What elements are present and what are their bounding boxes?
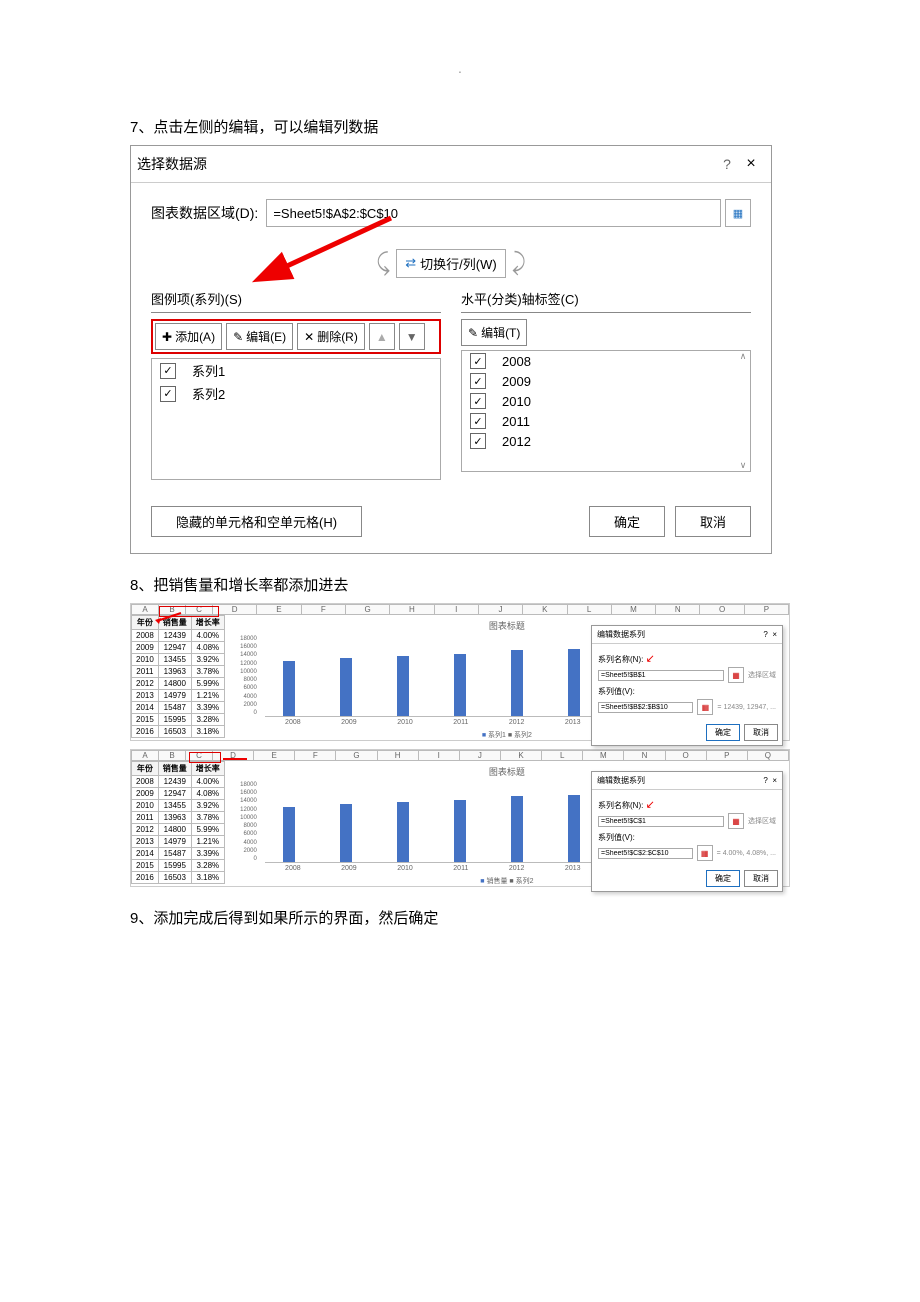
excel-screenshot-2: ABCDEFGHIJKLMNOPQ 年份销售量增长率2008124394.00%… [130,749,790,887]
category-item[interactable]: ✓2011 [462,411,750,431]
edit-series-dialog: 编辑数据系列? ×系列名称(N): ↙▦选择区域系列值(V):▦= 4.00%,… [591,771,783,892]
cancel-button[interactable]: 取消 [675,506,751,537]
help-icon[interactable]: ? [763,776,767,785]
series-value-label: 系列值(V): [598,832,776,843]
series-name-label: 系列名称(N): ↙ [598,798,776,811]
category-item[interactable]: ✓2010 [462,391,750,411]
switch-row-col-button[interactable]: ⇄切换行/列(W) [396,249,505,278]
add-icon: ✚ [162,330,172,344]
range-selector-icon[interactable]: ▦ [697,845,713,861]
move-down-button[interactable]: ▼ [399,323,425,350]
edit-series-dialog: 编辑数据系列? ×系列名称(N): ↙▦选择区域系列值(V):▦= 12439,… [591,625,783,746]
range-selector-icon[interactable]: ▦ [728,667,744,683]
step-8-text: 8、把销售量和增长率都添加进去 [130,574,790,595]
step-9-text: 9、添加完成后得到如果所示的界面，然后确定 [130,907,790,928]
edit-button[interactable]: ✎编辑(E) [226,323,293,350]
data-table: 年份销售量增长率2008124394.00%2009129474.08%2010… [131,761,225,884]
scroll-down-icon[interactable]: ∨ [740,460,747,471]
checkbox-icon[interactable]: ✓ [160,386,176,402]
help-icon[interactable]: ? [717,156,737,172]
arrow-right-icon: ⤸ [512,249,526,277]
ok-button[interactable]: 确定 [589,506,665,537]
move-up-button[interactable]: ▲ [369,323,395,350]
category-item[interactable]: ✓2009 [462,371,750,391]
series-item[interactable]: ✓系列2 [152,382,440,405]
checkbox-icon[interactable]: ✓ [470,373,486,389]
series-value-label: 系列值(V): [598,686,776,697]
chart-area-2: 图表标题180001600014000120001000080006000400… [225,761,789,886]
help-icon[interactable]: ? [763,630,767,639]
step-7-text: 7、点击左侧的编辑，可以编辑列数据 [130,116,790,137]
ok-button[interactable]: 确定 [706,870,740,887]
ok-button[interactable]: 确定 [706,724,740,741]
checkbox-icon[interactable]: ✓ [470,353,486,369]
axis-header: 水平(分类)轴标签(C) [461,289,751,313]
range-selector-icon[interactable]: ▦ [728,813,744,829]
cancel-button[interactable]: 取消 [744,870,778,887]
scroll-up-icon[interactable]: ∧ [740,351,747,362]
select-data-source-dialog: 选择数据源 ? × 图表数据区域(D): =Sheet5!$A$2:$C$10 … [130,145,772,554]
series-list[interactable]: ✓系列1✓系列2 [151,358,441,480]
close-icon[interactable]: × [737,155,765,173]
edit-axis-button[interactable]: ✎编辑(T) [461,319,527,346]
category-list[interactable]: ∧ ∨ ✓2008✓2009✓2010✓2011✓2012 [461,350,751,472]
edit-icon: ✎ [233,330,243,344]
close-icon[interactable]: × [772,776,777,785]
dialog-title: 选择数据源 [137,154,717,174]
checkbox-icon[interactable]: ✓ [470,413,486,429]
series-item[interactable]: ✓系列1 [152,359,440,382]
category-item[interactable]: ✓2008 [462,351,750,371]
series-name-label: 系列名称(N): ↙ [598,652,776,665]
chart-area-1: 图表标题180001600014000120001000080006000400… [225,615,789,740]
checkbox-icon[interactable]: ✓ [470,393,486,409]
series-name-input[interactable] [598,670,724,681]
edit-icon: ✎ [468,326,478,340]
delete-button[interactable]: ✕删除(R) [297,323,365,350]
checkbox-icon[interactable]: ✓ [470,433,486,449]
close-icon[interactable]: × [772,630,777,639]
highlight-col-c [189,752,221,763]
excel-screenshot-1: ABCDEFGHIJKLMNOP 年份销售量增长率2008124394.00%2… [130,603,790,741]
arrow-icon [153,611,183,625]
delete-icon: ✕ [304,330,314,344]
annotation-arrow-red [231,213,411,293]
checkbox-icon[interactable]: ✓ [160,363,176,379]
category-item[interactable]: ✓2012 [462,431,750,451]
edit-dialog-title: 编辑数据系列 [597,629,763,640]
cancel-button[interactable]: 取消 [744,724,778,741]
series-value-input[interactable] [598,702,693,713]
hidden-cells-button[interactable]: 隐藏的单元格和空单元格(H) [151,506,362,537]
range-selector-icon[interactable]: ▦ [725,199,751,227]
range-selector-icon[interactable]: ▦ [697,699,713,715]
series-name-input[interactable] [598,816,724,827]
series-value-input[interactable] [598,848,693,859]
edit-dialog-title: 编辑数据系列 [597,775,763,786]
add-button[interactable]: ✚添加(A) [155,323,222,350]
data-table: 年份销售量增长率2008124394.00%2009129474.08%2010… [131,615,225,738]
header-dot: . [0,60,920,76]
